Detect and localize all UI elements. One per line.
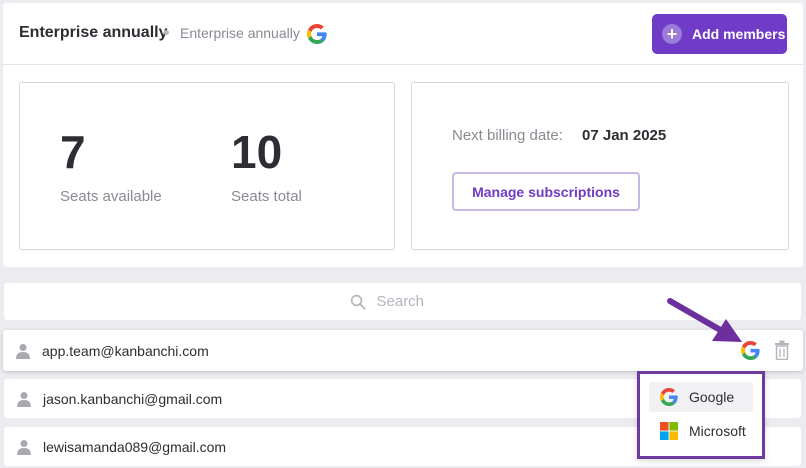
google-icon xyxy=(307,24,327,44)
add-members-label: Add members xyxy=(692,26,786,42)
microsoft-icon xyxy=(660,422,678,440)
seats-available-value: 7 xyxy=(60,126,86,178)
billing-panel: Next billing date: 07 Jan 2025 Manage su… xyxy=(411,82,789,250)
seats-total-value: 10 xyxy=(231,126,283,178)
member-email: jason.kanbanchi@gmail.com xyxy=(43,390,223,407)
add-members-button[interactable]: + Add members xyxy=(652,14,787,54)
google-icon xyxy=(660,388,678,406)
subscription-card: Enterprise annually Enterprise annually … xyxy=(3,3,803,267)
subscription-header: Enterprise annually Enterprise annually … xyxy=(3,3,803,65)
manage-subscriptions-button[interactable]: Manage subscriptions xyxy=(452,172,640,211)
person-icon xyxy=(17,391,31,407)
trash-icon[interactable] xyxy=(774,340,790,360)
plan-subtitle: Enterprise annually xyxy=(180,25,300,41)
seats-total-label: Seats total xyxy=(231,188,302,205)
seats-panel: 7 Seats available 10 Seats total xyxy=(19,82,395,250)
menu-item-google[interactable]: Google xyxy=(649,382,753,412)
member-email: app.team@kanbanchi.com xyxy=(42,342,209,359)
search-icon xyxy=(350,294,366,310)
person-icon xyxy=(17,439,31,455)
menu-item-label: Google xyxy=(689,389,735,405)
plus-icon: + xyxy=(662,24,682,44)
member-email: lewisamanda089@gmail.com xyxy=(43,438,227,455)
menu-item-microsoft[interactable]: Microsoft xyxy=(649,416,753,446)
seats-available-label: Seats available xyxy=(60,188,162,205)
next-billing-date: 07 Jan 2025 xyxy=(582,127,667,144)
next-billing-label: Next billing date: xyxy=(452,127,563,144)
plan-title: Enterprise annually xyxy=(19,24,168,41)
menu-item-label: Microsoft xyxy=(689,423,746,439)
auth-provider-menu: Google Microsoft xyxy=(637,371,765,459)
search-input[interactable] xyxy=(376,293,457,310)
person-icon xyxy=(16,343,30,359)
separator-dot xyxy=(164,30,169,35)
annotation-arrow xyxy=(667,298,742,342)
